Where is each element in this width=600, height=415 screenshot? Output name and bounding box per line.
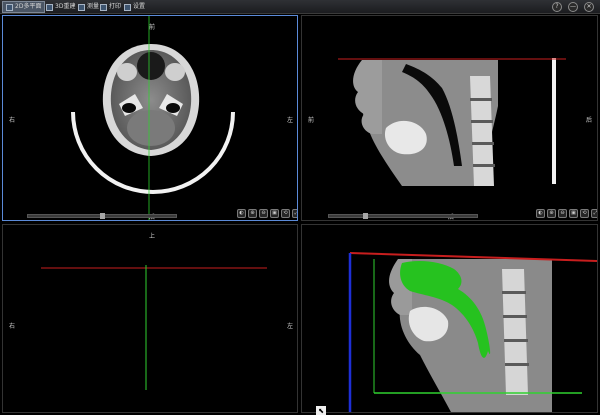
sagittal-viewport[interactable]: 后 前 后 ◐ ⊕ ⊖ ▣ ⟲ ⤢ (301, 15, 598, 221)
zoom-out-tool[interactable]: ⊖ (259, 209, 268, 218)
orientation-right: 左 (287, 323, 294, 330)
volume-render-viewport[interactable] (301, 224, 598, 413)
window-level-tool[interactable]: ◐ (237, 209, 246, 218)
sagittal-view-tools: ◐ ⊕ ⊖ ▣ ⟲ ⤢ (536, 209, 597, 218)
main-toolbar: 2D多平面 3D重建 测量 打印 设置 ? — ✕ (0, 0, 600, 14)
tab-icon (46, 3, 53, 11)
axial-view-tools: ◐ ⊕ ⊖ ▣ ⟲ ⤢ (237, 209, 297, 218)
orientation-left: 前 (308, 117, 315, 124)
tab-2d-mpr[interactable]: 2D多平面 (2, 1, 46, 13)
window-controls: ? — ✕ (552, 2, 594, 12)
sinus-region (137, 52, 165, 80)
fit-tool[interactable]: ▣ (270, 209, 279, 218)
mastoid-right (166, 103, 180, 113)
mastoid-left (122, 103, 136, 113)
orientation-left: 右 (9, 323, 16, 330)
axial-slice-slider[interactable] (27, 213, 177, 219)
tab-label: 打印 (109, 3, 122, 10)
close-button[interactable]: ✕ (584, 2, 594, 12)
cerebellum (127, 110, 175, 146)
orientation-right: 左 (287, 117, 294, 124)
volume-render-image (348, 252, 597, 412)
tab-label: 3D重建 (55, 3, 76, 10)
axial-viewport[interactable]: 前 后 右 左 ◐ ⊕ ⊖ ▣ ⟲ ⤢ (2, 15, 298, 221)
tab-icon (78, 3, 85, 11)
orientation-left: 右 (9, 117, 16, 124)
sagittal-ct-image (338, 58, 566, 186)
zoom-in-tool[interactable]: ⊕ (248, 209, 257, 218)
calibration-bar (552, 58, 556, 184)
slider-thumb[interactable] (363, 213, 368, 219)
maximize-tool[interactable]: ⤢ (292, 209, 297, 218)
tab-icon (6, 3, 13, 11)
coronal-crosshair (41, 265, 267, 390)
maximize-tool[interactable]: ⤢ (591, 209, 597, 218)
orientation-top: 上 (149, 233, 156, 240)
zoom-in-tool[interactable]: ⊕ (547, 209, 556, 218)
facial-profile (353, 60, 382, 134)
tab-icon (124, 3, 131, 11)
cervical-spine (470, 76, 494, 186)
tab-label: 2D多平面 (15, 3, 42, 10)
tab-settings[interactable]: 设置 (124, 1, 145, 13)
tab-measure[interactable]: 测量 (78, 1, 99, 13)
tab-icon (100, 3, 107, 11)
tab-3d-reconstruction[interactable]: 3D重建 (46, 1, 75, 13)
tab-label: 设置 (133, 3, 146, 10)
right-orbit (165, 63, 185, 81)
slider-thumb[interactable] (100, 213, 105, 219)
minimize-button[interactable]: — (568, 2, 578, 12)
help-button[interactable]: ? (552, 2, 562, 12)
cursor-icon: ⬉ (316, 406, 326, 415)
sagittal-slice-slider[interactable] (328, 213, 478, 219)
zoom-out-tool[interactable]: ⊖ (558, 209, 567, 218)
reset-tool[interactable]: ⟲ (580, 209, 589, 218)
cervical-spine (502, 269, 528, 395)
coronal-viewport[interactable]: 上 右 左 (2, 224, 298, 413)
window-level-tool[interactable]: ◐ (536, 209, 545, 218)
fit-tool[interactable]: ▣ (569, 209, 578, 218)
tab-print[interactable]: 打印 (100, 1, 121, 13)
axial-ct-image (71, 16, 235, 220)
orientation-right: 后 (586, 117, 593, 124)
tab-label: 测量 (87, 3, 100, 10)
left-orbit (117, 63, 137, 81)
orientation-top: 前 (149, 24, 156, 31)
reset-tool[interactable]: ⟲ (281, 209, 290, 218)
